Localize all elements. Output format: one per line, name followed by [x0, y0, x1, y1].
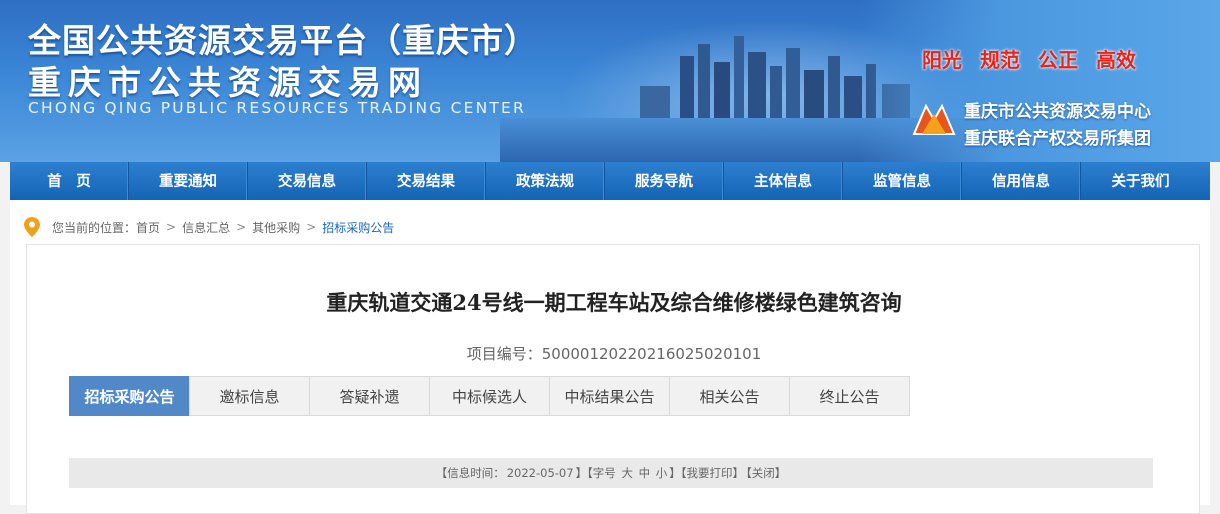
print-link[interactable]: 】【我要打印】 — [669, 466, 744, 480]
slogan-fair: 公正 — [1038, 48, 1078, 72]
site-banner: 全国公共资源交易平台（重庆市） 重庆市公共资源交易网 CHONG QING PU… — [0, 0, 1220, 162]
center-logo-icon — [912, 103, 956, 135]
org-name-2: 重庆联合产权交易所集团 — [964, 129, 1151, 149]
site-title-line2: 重庆市公共资源交易网 — [28, 63, 428, 102]
breadcrumb-home[interactable]: 首页 — [136, 219, 160, 236]
nav-notices[interactable]: 重要通知 — [129, 162, 248, 200]
breadcrumb-current[interactable]: 招标采购公告 — [322, 219, 394, 236]
nav-service-guide[interactable]: 服务导航 — [605, 162, 724, 200]
font-size-large[interactable]: 大 — [621, 466, 633, 480]
breadcrumb-separator: > — [306, 220, 317, 234]
breadcrumb-other-procurement[interactable]: 其他采购 — [252, 219, 300, 236]
document-title: 重庆轨道交通24号线一期工程车站及综合维修楼绿色建筑咨询 — [326, 290, 902, 315]
nav-about-us[interactable]: 关于我们 — [1081, 162, 1200, 200]
font-size-small[interactable]: 小 — [656, 466, 668, 480]
nav-entity-info[interactable]: 主体信息 — [724, 162, 843, 200]
breadcrumb: 您当前的位置： 首页 > 信息汇总 > 其他采购 > 招标采购公告 — [24, 216, 394, 238]
breadcrumb-prefix: 您当前的位置： — [52, 220, 137, 235]
location-pin-icon — [24, 217, 40, 237]
site-title-english: CHONG QING PUBLIC RESOURCES TRADING CENT… — [28, 99, 527, 117]
slogan-efficient: 高效 — [1096, 48, 1136, 72]
info-time-label: 【信息时间： — [435, 466, 505, 480]
tab-invitation-info[interactable]: 邀标信息 — [189, 376, 310, 416]
nav-policies[interactable]: 政策法规 — [486, 162, 605, 200]
close-link[interactable]: 【关闭】 — [746, 466, 786, 480]
project-number: 项目编号：500001202202160250201​01 — [27, 343, 1201, 364]
tab-qa-supplement[interactable]: 答疑补遗 — [309, 376, 430, 416]
main-nav: 首 页 重要通知 交易信息 交易结果 政策法规 服务导航 主体信息 监管信息 信… — [10, 162, 1210, 200]
content-area: 您当前的位置： 首页 > 信息汇总 > 其他采购 > 招标采购公告 重庆轨道交通… — [10, 200, 1210, 514]
project-number-value: 500001202202160250201​01 — [541, 345, 762, 363]
info-time-value: 2022-05-07 — [506, 466, 574, 480]
slogan-group: 阳光 规范 公正 高效 — [922, 44, 1136, 73]
tab-winning-result[interactable]: 中标结果公告 — [549, 376, 670, 416]
breadcrumb-separator: > — [236, 220, 247, 234]
nav-supervision-info[interactable]: 监管信息 — [843, 162, 962, 200]
font-size-label: 】【字号 — [575, 466, 616, 480]
nav-home[interactable]: 首 页 — [10, 162, 129, 200]
font-size-medium[interactable]: 中 — [639, 466, 651, 480]
slogan-sunshine: 阳光 — [922, 48, 962, 72]
breadcrumb-separator: > — [166, 220, 177, 234]
tab-winning-candidates[interactable]: 中标候选人 — [429, 376, 550, 416]
slogan-standard: 规范 — [980, 48, 1020, 72]
nav-trading-results[interactable]: 交易结果 — [367, 162, 486, 200]
nav-trading-info[interactable]: 交易信息 — [248, 162, 367, 200]
announcement-tabs: 招标采购公告 邀标信息 答疑补遗 中标候选人 中标结果公告 相关公告 终止公告 — [69, 376, 910, 416]
tab-related-announcements[interactable]: 相关公告 — [669, 376, 790, 416]
org-name-1: 重庆市公共资源交易中心 — [964, 102, 1151, 122]
nav-credit-info[interactable]: 信用信息 — [962, 162, 1081, 200]
site-title-line1: 全国公共资源交易平台（重庆市） — [28, 21, 538, 60]
tab-bid-announcement[interactable]: 招标采购公告 — [69, 376, 190, 416]
tab-termination-announcement[interactable]: 终止公告 — [789, 376, 910, 416]
breadcrumb-summary[interactable]: 信息汇总 — [182, 219, 230, 236]
project-number-label: 项目编号： — [466, 345, 542, 363]
info-bar: 【信息时间： 2022-05-07 】【字号 大 中 小】【我要打印】 【关闭】 — [69, 458, 1153, 488]
document-panel: 重庆轨道交通24号线一期工程车站及综合维修楼绿色建筑咨询 项目编号：500001… — [26, 244, 1200, 514]
